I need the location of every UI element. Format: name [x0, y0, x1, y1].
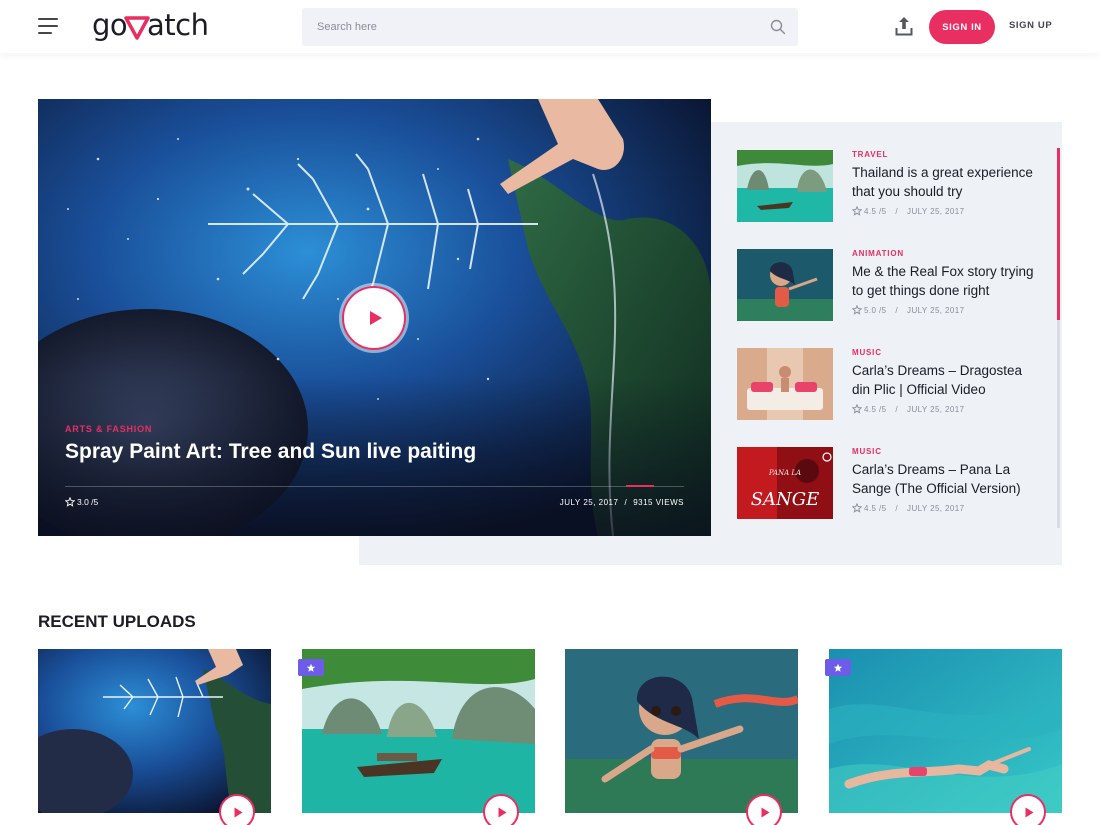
featured-rating: 3.0 /5	[65, 497, 98, 507]
recent-video-card[interactable]	[565, 649, 798, 825]
featured-views: 9315 VIEWS	[633, 498, 684, 507]
side-item-date: JULY 25, 2017	[907, 206, 965, 216]
recent-card-play-button[interactable]	[219, 794, 255, 825]
side-list-item[interactable]: PANA LA SANGE MUSIC Carla’s Dreams – Pan…	[737, 445, 1047, 519]
play-icon	[761, 807, 770, 818]
recent-card-play-button[interactable]	[746, 794, 782, 825]
thailand-boat-thumbnail	[302, 649, 535, 813]
recent-card-thumbnail[interactable]	[829, 649, 1062, 813]
underwater-swimmer-thumbnail	[829, 649, 1062, 813]
recent-card-thumbnail[interactable]	[302, 649, 535, 813]
pana-la-sange-thumbnail: PANA LA SANGE	[737, 447, 833, 519]
side-item-title[interactable]: Carla’s Dreams – Pana La Sange (The Offi…	[852, 460, 1042, 498]
featured-title[interactable]: Spray Paint Art: Tree and Sun live paiti…	[65, 440, 476, 464]
side-list-item[interactable]: ANIMATION Me & the Real Fox story trying…	[737, 247, 1047, 321]
star-outline-icon	[852, 206, 862, 216]
site-logo[interactable]: go atch	[92, 8, 216, 44]
recent-card-thumbnail[interactable]	[565, 649, 798, 813]
music-video-thumbnail	[737, 348, 833, 420]
side-item-separator: /	[895, 206, 899, 216]
side-item-thumbnail[interactable]	[737, 249, 833, 321]
animation-girl-thumbnail	[565, 649, 798, 813]
featured-video[interactable]: ARTS & FASHION Spray Paint Art: Tree and…	[38, 99, 711, 536]
side-item-category[interactable]: TRAVEL	[852, 150, 888, 159]
recent-card-thumbnail[interactable]	[38, 649, 271, 813]
side-item-category[interactable]: MUSIC	[852, 447, 882, 456]
thailand-thumbnail	[737, 150, 833, 222]
side-item-rating: 5.0 /5	[864, 305, 887, 315]
recent-card-play-button[interactable]	[483, 794, 519, 825]
play-icon	[370, 311, 382, 325]
featured-star-badge	[298, 659, 324, 676]
side-item-rating: 4.5 /5	[864, 404, 887, 414]
side-item-separator: /	[895, 503, 899, 513]
recent-uploads-heading: RECENT UPLOADS	[38, 612, 196, 631]
side-item-meta: 5.0 /5 / JULY 25, 2017	[852, 305, 964, 315]
search-box	[302, 8, 798, 46]
top-header: go atch SIGN IN SIGN UP	[0, 0, 1100, 53]
side-item-date: JULY 25, 2017	[907, 503, 965, 513]
featured-meta: JULY 25, 2017 / 9315 VIEWS	[560, 498, 684, 507]
star-icon	[833, 663, 843, 672]
search-icon[interactable]	[770, 19, 786, 35]
star-outline-icon	[65, 497, 75, 507]
side-item-thumbnail[interactable]	[737, 348, 833, 420]
svg-text:go: go	[92, 8, 127, 42]
featured-star-badge	[825, 659, 851, 676]
side-item-date: JULY 25, 2017	[907, 404, 965, 414]
spray-paint-thumbnail	[38, 649, 271, 813]
sign-up-link[interactable]: SIGN UP	[1009, 20, 1052, 31]
side-list-scrollbar[interactable]	[1057, 148, 1060, 528]
side-item-meta: 4.5 /5 / JULY 25, 2017	[852, 206, 964, 216]
gowatch-logo-icon: go atch	[92, 8, 209, 42]
side-item-rating: 4.5 /5	[864, 206, 887, 216]
featured-date: JULY 25, 2017	[559, 498, 619, 507]
play-icon	[234, 807, 243, 818]
star-outline-icon	[852, 404, 862, 414]
side-item-meta: 4.5 /5 / JULY 25, 2017	[852, 404, 964, 414]
svg-text:atch: atch	[147, 8, 208, 42]
star-outline-icon	[852, 503, 862, 513]
side-item-meta: 4.5 /5 / JULY 25, 2017	[852, 503, 964, 513]
featured-play-button[interactable]	[342, 286, 406, 350]
featured-progress-line	[65, 485, 684, 487]
recent-video-card[interactable]	[298, 649, 535, 825]
search-input[interactable]	[302, 8, 762, 46]
menu-icon[interactable]	[38, 18, 58, 34]
play-icon	[1025, 807, 1034, 818]
star-icon	[306, 663, 316, 672]
pana-la-text: PANA LA	[768, 469, 801, 477]
side-item-category[interactable]: MUSIC	[852, 348, 882, 357]
side-item-title[interactable]: Me & the Real Fox story trying to get th…	[852, 262, 1042, 300]
upload-icon[interactable]	[895, 16, 913, 36]
recent-video-card[interactable]	[38, 649, 271, 825]
star-outline-icon	[852, 305, 862, 315]
sange-text: SANGE	[751, 489, 820, 510]
side-item-separator: /	[895, 404, 899, 414]
side-item-thumbnail[interactable]: PANA LA SANGE	[737, 447, 833, 519]
side-item-title[interactable]: Thailand is a great experience that you …	[852, 163, 1042, 201]
featured-meta-separator: /	[624, 498, 628, 507]
side-list-scrollbar-thumb[interactable]	[1057, 148, 1060, 320]
side-item-title[interactable]: Carla’s Dreams – Dragostea din Plic | Of…	[852, 361, 1042, 399]
animation-thumbnail	[737, 249, 833, 321]
recent-card-play-button[interactable]	[1010, 794, 1046, 825]
side-item-date: JULY 25, 2017	[907, 305, 965, 315]
play-icon	[498, 807, 507, 818]
recent-video-card[interactable]	[825, 649, 1062, 825]
featured-progress-indicator	[626, 485, 654, 487]
side-item-category[interactable]: ANIMATION	[852, 249, 904, 258]
featured-rating-value: 3.0 /5	[77, 497, 99, 507]
side-item-thumbnail[interactable]	[737, 150, 833, 222]
side-item-separator: /	[895, 305, 899, 315]
side-list-item[interactable]: TRAVEL Thailand is a great experience th…	[737, 148, 1047, 222]
sign-in-button[interactable]: SIGN IN	[929, 10, 995, 44]
side-list-item[interactable]: MUSIC Carla’s Dreams – Dragostea din Pli…	[737, 346, 1047, 420]
side-item-rating: 4.5 /5	[864, 503, 887, 513]
featured-category[interactable]: ARTS & FASHION	[65, 424, 152, 434]
